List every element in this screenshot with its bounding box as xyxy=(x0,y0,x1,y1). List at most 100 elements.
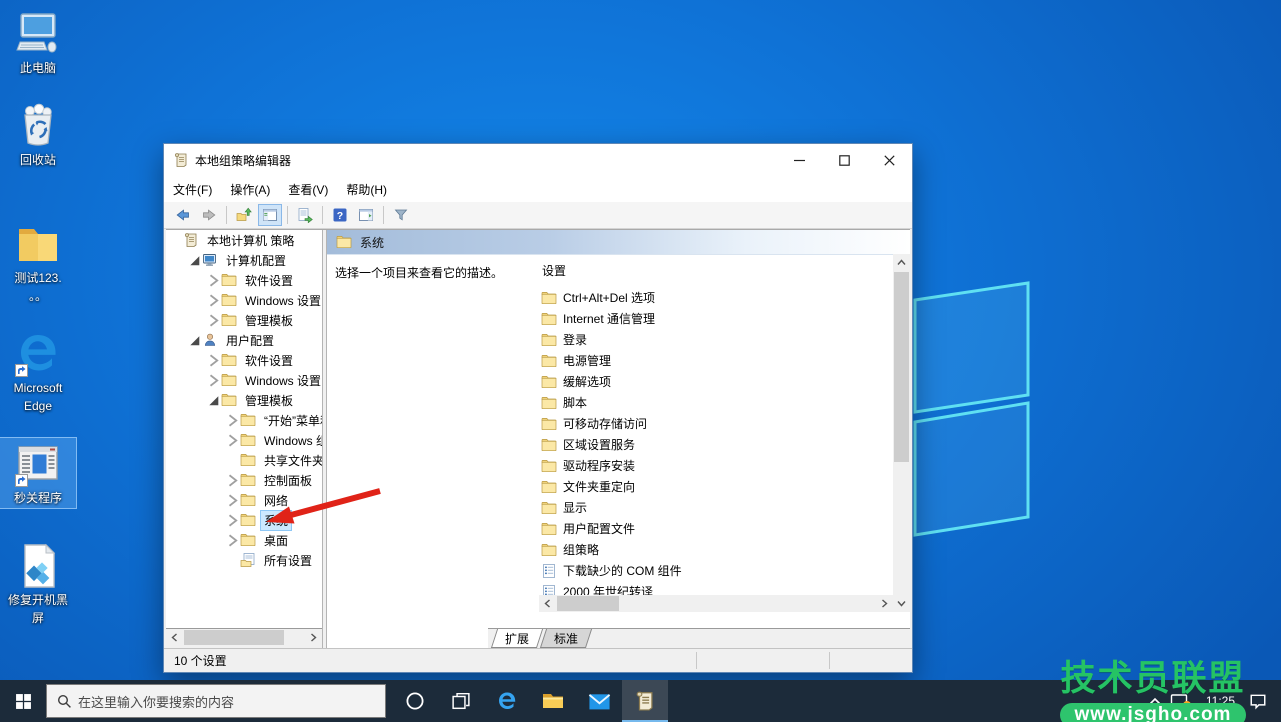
scroll-left-icon[interactable] xyxy=(166,629,183,646)
chevron-right-icon[interactable] xyxy=(225,535,240,545)
task-view-button[interactable] xyxy=(438,680,484,722)
scroll-thumb[interactable] xyxy=(184,630,284,645)
tree-item-2[interactable]: 软件设置 xyxy=(166,270,322,290)
recycle-bin-icon xyxy=(14,102,62,150)
tab-extended[interactable]: 扩展 xyxy=(491,629,543,648)
notification-center-icon[interactable] xyxy=(1249,693,1267,710)
tree-item-6[interactable]: 软件设置 xyxy=(166,350,322,370)
menu-item-3[interactable]: 帮助(H) xyxy=(337,181,396,198)
export-list-icon[interactable] xyxy=(293,204,317,226)
up-one-level-icon[interactable] xyxy=(232,204,256,226)
tree-item-8[interactable]: 管理模板 xyxy=(166,390,322,410)
cortana-button[interactable] xyxy=(392,680,438,722)
folder-icon xyxy=(221,352,237,368)
settings-item-8[interactable]: 驱动程序安装 xyxy=(539,455,893,476)
titlebar[interactable]: 本地组策略编辑器 xyxy=(164,144,912,176)
close-button[interactable] xyxy=(867,144,912,176)
desktop-icon-edge[interactable]: MicrosoftEdge xyxy=(0,328,76,416)
taskbar-edge-button[interactable] xyxy=(484,680,530,722)
maximize-button[interactable] xyxy=(822,144,867,176)
tree-item-15[interactable]: 桌面 xyxy=(166,530,322,550)
desktop-icon-recycle-bin[interactable]: 回收站 xyxy=(0,100,76,170)
chevron-down-icon[interactable] xyxy=(187,335,202,345)
menu-item-0[interactable]: 文件(F) xyxy=(164,181,221,198)
chevron-right-icon[interactable] xyxy=(225,435,240,445)
show-console-tree-icon[interactable] xyxy=(258,204,282,226)
scroll-thumb[interactable] xyxy=(557,596,619,611)
tree-item-3[interactable]: Windows 设置 xyxy=(166,290,322,310)
desktop-icon-label: Edge xyxy=(24,399,52,414)
tree-horizontal-scrollbar[interactable] xyxy=(166,628,322,648)
start-button[interactable] xyxy=(0,680,46,722)
settings-item-5[interactable]: 脚本 xyxy=(539,392,893,413)
settings-item-1[interactable]: Internet 通信管理 xyxy=(539,308,893,329)
taskbar-search-input[interactable]: 在这里输入你要搜索的内容 xyxy=(46,684,386,718)
settings-item-10[interactable]: 显示 xyxy=(539,497,893,518)
desktop-icon-test-folder[interactable]: 测试123.。。 xyxy=(0,218,76,306)
chevron-right-icon[interactable] xyxy=(206,275,221,285)
tree-item-7[interactable]: Windows 设置 xyxy=(166,370,322,390)
tree-item-9[interactable]: “开始”菜单和 xyxy=(166,410,322,430)
tree-item-14[interactable]: 系统 xyxy=(166,510,322,530)
settings-item-2[interactable]: 登录 xyxy=(539,329,893,350)
tree-item-12[interactable]: 控制面板 xyxy=(166,470,322,490)
tree-item-label: 软件设置 xyxy=(242,271,296,290)
taskbar-mail-button[interactable] xyxy=(576,680,622,722)
chevron-right-icon[interactable] xyxy=(206,315,221,325)
scroll-down-icon[interactable] xyxy=(893,595,910,612)
settings-item-7[interactable]: 区域设置服务 xyxy=(539,434,893,455)
list-vertical-scrollbar[interactable] xyxy=(893,254,910,612)
help-icon[interactable]: ? xyxy=(328,204,352,226)
settings-item-11[interactable]: 用户配置文件 xyxy=(539,518,893,539)
list-horizontal-scrollbar[interactable] xyxy=(539,595,893,612)
tree-item-5[interactable]: 用户配置 xyxy=(166,330,322,350)
taskbar-gpedit-button[interactable] xyxy=(622,680,668,722)
desktop-icon-this-pc[interactable]: 此电脑 xyxy=(0,8,76,78)
chevron-right-icon[interactable] xyxy=(225,495,240,505)
expander-none xyxy=(225,455,240,465)
scroll-up-icon[interactable] xyxy=(893,254,910,271)
minimize-button[interactable] xyxy=(777,144,822,176)
tab-standard[interactable]: 标准 xyxy=(540,629,592,648)
chevron-right-icon[interactable] xyxy=(206,295,221,305)
folder-icon xyxy=(541,374,557,390)
settings-item-4[interactable]: 缓解选项 xyxy=(539,371,893,392)
chevron-down-icon[interactable] xyxy=(206,395,221,405)
settings-item-0[interactable]: Ctrl+Alt+Del 选项 xyxy=(539,287,893,308)
scroll-right-icon[interactable] xyxy=(305,629,322,646)
menu-item-2[interactable]: 查看(V) xyxy=(279,181,337,198)
tree-item-13[interactable]: 网络 xyxy=(166,490,322,510)
settings-item-12[interactable]: 组策略 xyxy=(539,539,893,560)
chevron-right-icon[interactable] xyxy=(206,355,221,365)
desktop-icon-quick-close-app[interactable]: 秒关程序 xyxy=(0,438,76,508)
settings-item-13[interactable]: 下载缺少的 COM 组件 xyxy=(539,560,893,581)
tree-item-4[interactable]: 管理模板 xyxy=(166,310,322,330)
tree-item-16[interactable]: 所有设置 xyxy=(166,550,322,570)
scroll-right-icon[interactable] xyxy=(876,595,893,612)
settings-item-9[interactable]: 文件夹重定向 xyxy=(539,476,893,497)
settings-item-6[interactable]: 可移动存储访问 xyxy=(539,413,893,434)
settings-item-label: 用户配置文件 xyxy=(563,520,635,537)
chevron-right-icon[interactable] xyxy=(225,475,240,485)
show-action-pane-icon[interactable] xyxy=(354,204,378,226)
forward-icon[interactable] xyxy=(197,204,221,226)
tree-item-1[interactable]: 计算机配置 xyxy=(166,250,322,270)
tree-item-11[interactable]: 共享文件夹 xyxy=(166,450,322,470)
tree-item-10[interactable]: Windows 组 xyxy=(166,430,322,450)
tree-item-label: 控制面板 xyxy=(261,471,315,490)
scroll-left-icon[interactable] xyxy=(539,595,556,612)
tree-item-0[interactable]: 本地计算机 策略 xyxy=(166,230,322,250)
scroll-thumb[interactable] xyxy=(894,272,909,462)
back-icon[interactable] xyxy=(171,204,195,226)
taskbar-file-explorer-button[interactable] xyxy=(530,680,576,722)
settings-item-3[interactable]: 电源管理 xyxy=(539,350,893,371)
desktop-icon-fix-black-screen[interactable]: 修复开机黑屏 xyxy=(0,540,76,628)
settings-column-header[interactable]: 设置 xyxy=(539,254,893,287)
desktop-icon-label: 回收站 xyxy=(20,153,56,168)
filter-icon[interactable] xyxy=(389,204,413,226)
chevron-down-icon[interactable] xyxy=(187,255,202,265)
chevron-right-icon[interactable] xyxy=(225,415,240,425)
chevron-right-icon[interactable] xyxy=(206,375,221,385)
chevron-right-icon[interactable] xyxy=(225,515,240,525)
menu-item-1[interactable]: 操作(A) xyxy=(221,181,279,198)
